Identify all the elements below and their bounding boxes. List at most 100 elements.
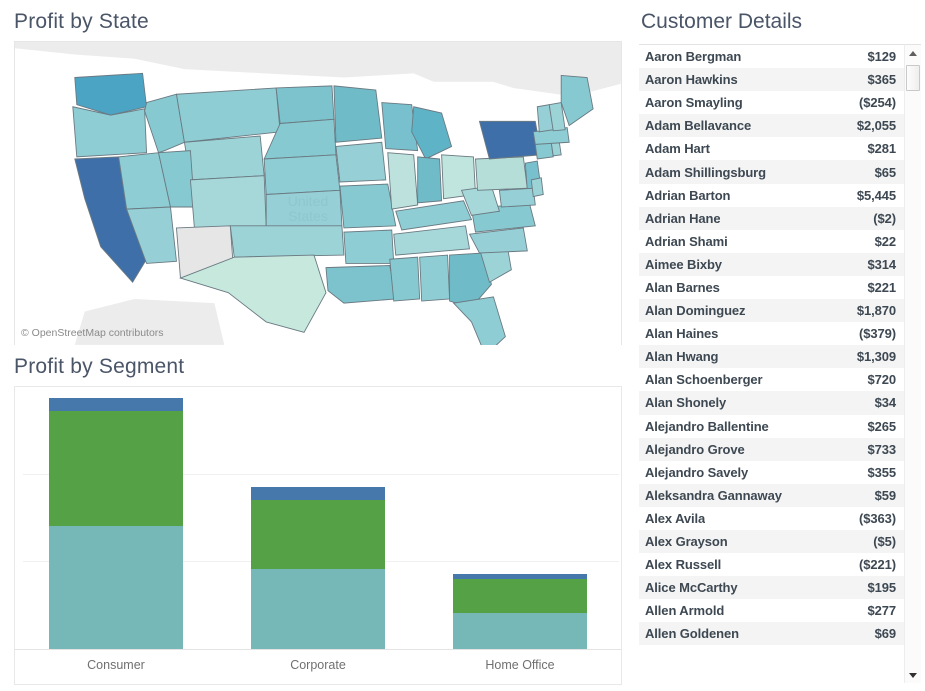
customer-name: Alejandro Grove: [645, 441, 745, 457]
customer-name: Adrian Barton: [645, 187, 731, 203]
customer-profit-value: $129: [867, 49, 896, 65]
customer-profit-value: $69: [874, 626, 896, 642]
customer-row[interactable]: Adrian Barton $5,445: [639, 183, 904, 207]
customer-profit-value: ($254): [859, 95, 896, 111]
customer-row[interactable]: Adrian Shami $22: [639, 229, 904, 253]
bar-corporate[interactable]: [251, 487, 385, 650]
profit-by-state-title: Profit by State: [14, 10, 149, 33]
state-ct[interactable]: [534, 141, 554, 160]
customer-name: Adrian Hane: [645, 210, 721, 226]
state-ne[interactable]: [263, 154, 341, 196]
customer-name: Alex Avila: [645, 510, 706, 526]
customer-row[interactable]: Aaron Smayling ($254): [639, 91, 904, 115]
state-al[interactable]: [419, 254, 451, 302]
customer-profit-value: $2,055: [856, 118, 896, 134]
customer-profit-value: $265: [867, 418, 896, 434]
bar-consumer[interactable]: [49, 397, 183, 650]
customer-row[interactable]: Adam Shillingsburg $65: [639, 160, 904, 184]
state-ny[interactable]: [478, 121, 542, 160]
scroll-down-button[interactable]: [905, 667, 921, 683]
bar-segment-segment-top[interactable]: [49, 397, 183, 411]
customer-row[interactable]: Adrian Hane ($2): [639, 206, 904, 230]
customer-profit-value: $34: [874, 395, 896, 411]
map-viewport[interactable]: United States Mexico © OpenStreetMap con…: [14, 41, 622, 345]
bar-segment-segment-bottom[interactable]: [251, 568, 385, 650]
bar-segment-segment-middle[interactable]: [49, 410, 183, 527]
state-ks[interactable]: [265, 189, 343, 229]
customer-row[interactable]: Aaron Bergman $129: [639, 45, 904, 69]
customer-name: Aleksandra Gannaway: [645, 487, 782, 503]
customer-row[interactable]: Alex Russell ($221): [639, 553, 904, 577]
state-mn[interactable]: [333, 85, 383, 143]
customer-row[interactable]: Alan Schoenberger $720: [639, 368, 904, 392]
bar-home-office[interactable]: [453, 573, 587, 650]
bar-segment-segment-middle[interactable]: [251, 500, 385, 569]
customer-profit-value: $281: [867, 141, 896, 157]
customer-details-panel: Customer Details Aaron Bergman $129 Aaron …: [630, 0, 925, 691]
customer-row[interactable]: Alex Grayson ($5): [639, 529, 904, 554]
customer-row[interactable]: Allen Armold $277: [639, 599, 904, 623]
state-ok[interactable]: [229, 225, 345, 258]
state-ia[interactable]: [335, 141, 387, 183]
profit-by-segment-title: Profit by Segment: [14, 355, 185, 378]
customer-profit-value: $1,870: [856, 303, 896, 319]
state-ar[interactable]: [343, 229, 395, 264]
customer-profit-value: $314: [867, 256, 896, 272]
customer-row[interactable]: Aleksandra Gannaway $59: [639, 483, 904, 507]
bar-segment-segment-middle[interactable]: [453, 579, 587, 614]
customer-profit-value: $59: [874, 487, 896, 503]
customer-row[interactable]: Allen Goldenen $69: [639, 622, 904, 646]
customer-profit-value: $22: [874, 233, 896, 249]
state-pa[interactable]: [475, 156, 528, 191]
bar-segment-segment-bottom[interactable]: [453, 613, 587, 650]
state-md[interactable]: [498, 187, 536, 208]
map-canvas[interactable]: [15, 42, 621, 345]
customer-profit-value: $221: [867, 279, 896, 295]
customer-row[interactable]: Alejandro Ballentine $265: [639, 414, 904, 438]
bar-segment-segment-bottom[interactable]: [49, 526, 183, 650]
customer-row[interactable]: Alan Barnes $221: [639, 275, 904, 300]
customer-row[interactable]: Alan Dominguez $1,870: [639, 299, 904, 323]
customer-row[interactable]: Alan Haines ($379): [639, 322, 904, 346]
state-nd[interactable]: [275, 85, 335, 125]
state-in[interactable]: [417, 156, 443, 204]
customer-name: Alan Hwang: [645, 349, 719, 365]
state-la[interactable]: [325, 265, 397, 304]
customer-name: Alan Barnes: [645, 279, 720, 295]
customer-name: Alice McCarthy: [645, 580, 738, 596]
triangle-up-icon: [909, 50, 917, 56]
x-tick-label: Home Office: [485, 658, 555, 672]
customer-row[interactable]: Alan Shonely $34: [639, 391, 904, 415]
state-mo[interactable]: [339, 183, 397, 229]
customer-row[interactable]: Adam Bellavance $2,055: [639, 114, 904, 138]
customer-name: Alex Grayson: [645, 534, 728, 550]
bar-chart-viewport[interactable]: Consumer Corporate Home Office: [14, 386, 622, 685]
customer-name: Alan Haines: [645, 326, 719, 342]
triangle-down-icon: [909, 672, 917, 678]
scrollbar-thumb[interactable]: [906, 65, 920, 91]
customer-list-scrollbar[interactable]: [904, 44, 921, 683]
customer-details-title: Customer Details: [641, 10, 803, 33]
customer-profit-value: ($5): [873, 534, 896, 550]
customer-row[interactable]: Aimee Bixby $314: [639, 252, 904, 276]
customer-row[interactable]: Alice McCarthy $195: [639, 576, 904, 600]
customer-profit-value: $65: [874, 164, 896, 180]
customer-row[interactable]: Adam Hart $281: [639, 137, 904, 161]
customer-row[interactable]: Alex Avila ($363): [639, 506, 904, 530]
dashboard: Profit by State United States © OpenStre…: [0, 0, 925, 691]
state-wy[interactable]: [183, 135, 265, 181]
customer-list-wrapper: Aaron Bergman $129 Aaron Hawkins $365 Aaron …: [639, 44, 921, 683]
customer-list-scroll-region[interactable]: Aaron Bergman $129 Aaron Hawkins $365 Aaron …: [639, 44, 904, 683]
state-ms[interactable]: [389, 256, 421, 302]
scroll-up-button[interactable]: [905, 45, 921, 61]
customer-row[interactable]: Alejandro Grove $733: [639, 437, 904, 461]
customer-name: Aaron Hawkins: [645, 72, 738, 88]
state-de[interactable]: [530, 177, 544, 198]
state-il[interactable]: [387, 152, 419, 210]
customer-row[interactable]: Alan Hwang $1,309: [639, 345, 904, 369]
customer-row[interactable]: Alejandro Savely $355: [639, 460, 904, 484]
bar-segment-segment-top[interactable]: [251, 487, 385, 501]
state-co[interactable]: [189, 175, 267, 229]
customer-row[interactable]: Aaron Hawkins $365: [639, 68, 904, 92]
customer-profit-value: $5,445: [856, 187, 896, 203]
